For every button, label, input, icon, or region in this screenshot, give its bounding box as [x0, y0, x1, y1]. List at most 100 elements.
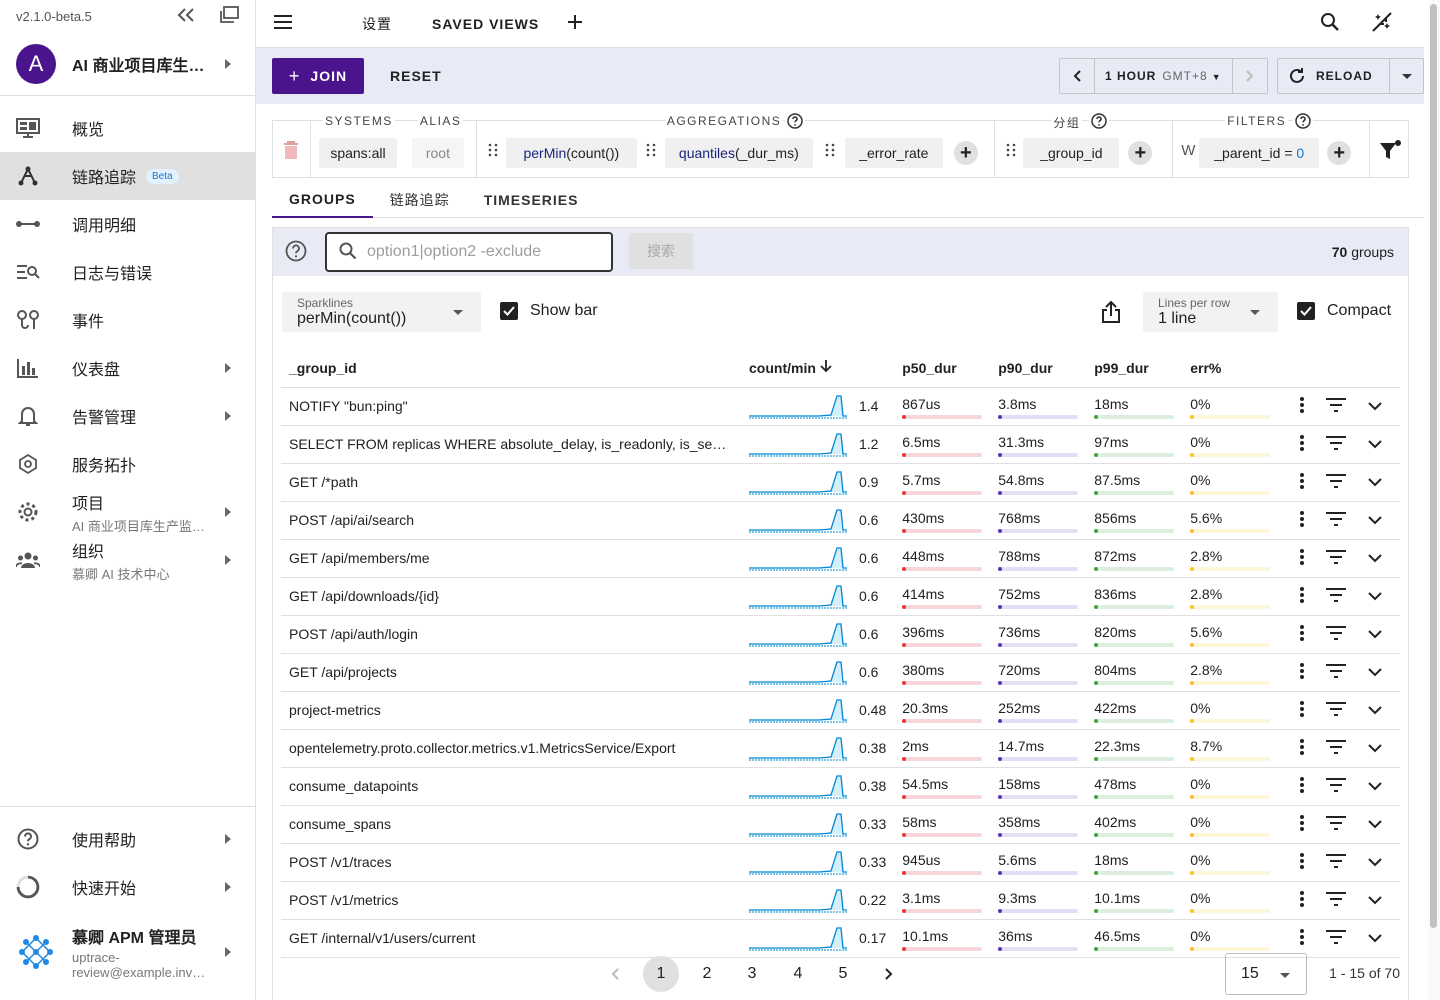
table-row[interactable]: NOTIFY "bun:ping" 1.4 867us 3.8ms 18ms 0% [281, 387, 1400, 426]
group-name-cell[interactable]: GET /*path [281, 463, 741, 502]
more-vert-icon[interactable] [1300, 738, 1304, 758]
nav-item-alerts[interactable]: 告警管理 [0, 392, 255, 440]
group-name-cell[interactable]: POST /api/ai/search [281, 501, 741, 540]
project-switcher[interactable]: A AI 商业项目库生… [0, 32, 255, 96]
table-row[interactable]: GET /*path 0.9 5.7ms 54.8ms 87.5ms 0% [281, 463, 1400, 502]
filter-list-icon[interactable] [1326, 853, 1346, 871]
chevron-down-icon[interactable] [1368, 550, 1382, 566]
systems-chip[interactable]: spans:all [318, 138, 397, 168]
table-row[interactable]: project-metrics 0.48 20.3ms 252ms 422ms 0% [281, 691, 1400, 730]
filter-list-icon[interactable] [1326, 625, 1346, 643]
filter-list-icon[interactable] [1326, 663, 1346, 681]
period-select[interactable]: 1 HOUR GMT+8 ▼ [1095, 69, 1232, 83]
more-vert-icon[interactable] [1300, 434, 1304, 454]
chevron-down-icon[interactable] [1368, 854, 1382, 870]
nav-item-quickstart[interactable]: 快速开始 [0, 863, 255, 911]
chevron-down-icon[interactable] [1368, 588, 1382, 604]
scrollbar-thumb[interactable] [1430, 4, 1437, 928]
chevron-down-icon[interactable] [1368, 816, 1382, 832]
alias-chip[interactable]: root [411, 138, 464, 168]
table-row[interactable]: SELECT FROM replicas WHERE absolute_dela… [281, 425, 1400, 464]
table-row[interactable]: POST /api/auth/login 0.6 396ms 736ms 820ms 5.… [281, 615, 1400, 654]
chevron-down-icon[interactable] [1368, 702, 1382, 718]
chevron-down-icon[interactable] [1368, 930, 1382, 946]
aggregation-chip-error-rate[interactable]: _error_rate [844, 138, 943, 168]
column-header-p99[interactable]: p99_dur [1086, 349, 1183, 388]
saved-views-button[interactable]: SAVED VIEWS [432, 16, 539, 32]
filter-list-icon[interactable] [1326, 511, 1346, 529]
sparklines-select[interactable]: Sparklines perMin(count()) [282, 292, 481, 332]
collapse-sidebar-icon[interactable] [177, 7, 197, 25]
filter-settings-icon[interactable] [1379, 140, 1402, 165]
nav-item-events[interactable]: 事件 [0, 296, 255, 344]
more-vert-icon[interactable] [1300, 396, 1304, 416]
chevron-right-icon[interactable] [1232, 59, 1267, 93]
chevron-down-icon[interactable] [1368, 626, 1382, 642]
table-row[interactable]: POST /v1/traces 0.33 945us 5.6ms 18ms 0% [281, 843, 1400, 882]
page-button[interactable]: 1 [643, 956, 679, 992]
table-row[interactable]: consume_datapoints 0.38 54.5ms 158ms 478ms 0% [281, 767, 1400, 806]
group-name-cell[interactable]: consume_spans [281, 805, 741, 844]
group-name-cell[interactable]: POST /v1/metrics [281, 881, 741, 920]
column-header-p90[interactable]: p90_dur [990, 349, 1087, 388]
compact-checkbox[interactable]: Compact [1297, 302, 1391, 320]
group-name-cell[interactable]: POST /v1/traces [281, 843, 741, 882]
filter-chip[interactable]: _parent_id = 0 [1199, 138, 1320, 168]
next-page-icon[interactable] [871, 956, 907, 992]
chevron-down-icon[interactable] [1368, 436, 1382, 452]
filter-list-icon[interactable] [1326, 473, 1346, 491]
group-name-cell[interactable]: NOTIFY "bun:ping" [281, 387, 741, 426]
chevron-down-icon[interactable] [1368, 778, 1382, 794]
group-name-cell[interactable]: POST /api/auth/login [281, 615, 741, 654]
lines-per-row-select[interactable]: Lines per row 1 line [1143, 292, 1278, 332]
column-header-err[interactable]: err% [1182, 349, 1279, 388]
filter-list-icon[interactable] [1326, 891, 1346, 909]
nav-item-project[interactable]: 项目 AI 商业项目库生产监… [0, 488, 255, 536]
group-name-cell[interactable]: consume_datapoints [281, 767, 741, 806]
group-name-cell[interactable]: project-metrics [281, 691, 741, 730]
nav-item-service-map[interactable]: 服务拓扑 [0, 440, 255, 488]
show-bar-checkbox[interactable]: Show bar [500, 302, 598, 320]
nav-item-spans[interactable]: 调用明细 [0, 200, 255, 248]
more-vert-icon[interactable] [1300, 890, 1304, 910]
items-per-page-select[interactable]: 15 [1225, 953, 1307, 995]
more-vert-icon[interactable] [1300, 814, 1304, 834]
group-name-cell[interactable]: SELECT FROM replicas WHERE absolute_dela… [281, 425, 741, 464]
column-header-p50[interactable]: p50_dur [894, 349, 991, 388]
chevron-down-icon[interactable] [1368, 474, 1382, 490]
table-row[interactable]: GET /api/members/me 0.6 448ms 788ms 872ms 2.8… [281, 539, 1400, 578]
settings-button[interactable]: 设置 [362, 14, 392, 34]
add-group-button[interactable]: + [1128, 141, 1153, 165]
aggregation-chip-quantiles[interactable]: quantiles (_dur_ms) [664, 138, 813, 168]
nav-item-dashboards[interactable]: 仪表盘 [0, 344, 255, 392]
help-circle-icon[interactable] [1293, 113, 1314, 132]
table-row[interactable]: opentelemetry.proto.collector.metrics.v1… [281, 729, 1400, 768]
drag-handle-icon[interactable] [825, 143, 835, 157]
page-button[interactable]: 3 [734, 956, 770, 992]
table-row[interactable]: GET /api/projects 0.6 380ms 720ms 804ms 2.8% [281, 653, 1400, 692]
drag-handle-icon[interactable] [646, 143, 656, 157]
more-vert-icon[interactable] [1300, 662, 1304, 682]
chevron-down-icon[interactable] [1368, 512, 1382, 528]
more-vert-icon[interactable] [1300, 510, 1304, 530]
more-vert-icon[interactable] [1300, 852, 1304, 872]
prev-page-icon[interactable] [597, 956, 633, 992]
drag-handle-icon[interactable] [488, 143, 498, 157]
drag-handle-icon[interactable] [1006, 143, 1016, 157]
nav-item-logs[interactable]: 日志与错误 [0, 248, 255, 296]
window-icon[interactable] [219, 5, 239, 27]
help-circle-icon[interactable] [1089, 113, 1110, 132]
help-circle-icon[interactable] [784, 113, 805, 132]
filter-list-icon[interactable] [1326, 435, 1346, 453]
more-vert-icon[interactable] [1300, 624, 1304, 644]
table-row[interactable]: POST /api/ai/search 0.6 430ms 768ms 856ms 5.6… [281, 501, 1400, 540]
more-vert-icon[interactable] [1300, 928, 1304, 948]
table-row[interactable]: POST /v1/metrics 0.22 3.1ms 9.3ms 10.1ms 0% [281, 881, 1400, 920]
reset-button[interactable]: RESET [390, 68, 442, 84]
nav-item-organization[interactable]: 组织 慕卿 AI 技术中心 [0, 536, 255, 584]
add-filter-button[interactable]: + [1327, 141, 1352, 165]
table-row[interactable]: consume_spans 0.33 58ms 358ms 402ms 0% [281, 805, 1400, 844]
page-scrollbar[interactable] [1428, 0, 1440, 1000]
reload-menu-icon[interactable] [1389, 59, 1423, 93]
help-circle-icon[interactable] [285, 240, 307, 265]
